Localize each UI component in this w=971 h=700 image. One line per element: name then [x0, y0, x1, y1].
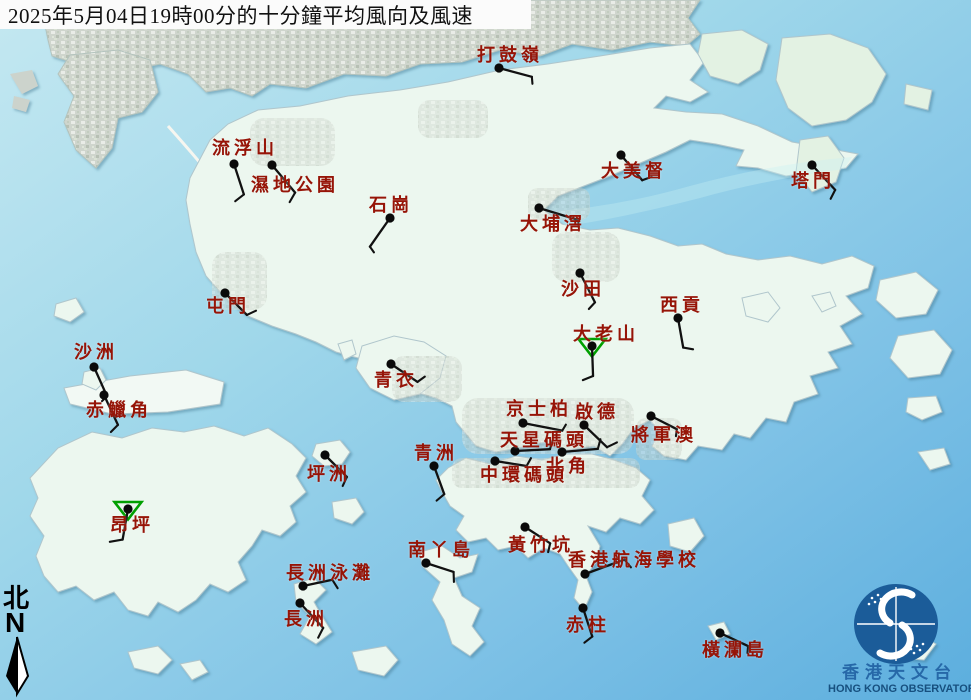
- station-label-sai-kung: 西貢: [660, 296, 704, 314]
- station-label-sha-tin: 沙田: [561, 280, 605, 298]
- hko-logo: 香港天文台 HONG KONG OBSERVATORY: [828, 582, 971, 700]
- station-label-cheung-chau: 長洲: [284, 610, 328, 628]
- station-label-tsing-yi: 青衣: [374, 371, 418, 389]
- station-label-tap-mun: 塔門: [791, 172, 835, 190]
- station-label-peng-chau: 坪洲: [307, 465, 351, 483]
- station-label-waglan-island: 橫瀾島: [702, 641, 768, 659]
- hko-logo-en-text: HONG KONG OBSERVATORY: [828, 684, 971, 695]
- station-label-tai-po-kau: 大埔滘: [520, 215, 586, 233]
- station-label-sha-chau: 沙洲: [74, 343, 118, 361]
- station-label-central-pier: 中環碼頭: [480, 466, 568, 484]
- station-label-tseung-kwan-o: 將軍澳: [631, 426, 697, 444]
- station-label-star-ferry: 天星碼頭: [500, 431, 588, 449]
- station-label-tai-mei-tuk: 大美督: [601, 162, 667, 180]
- station-label-tates-cairn: 大老山: [573, 325, 639, 343]
- station-label-wetland-park: 濕地公園: [251, 176, 339, 194]
- station-label-cheung-chau-beach: 長洲泳灘: [286, 564, 374, 582]
- hko-logo-cjk-text: 香港天文台: [828, 664, 971, 681]
- station-label-ta-kwu-ling: 打鼓嶺: [477, 46, 543, 64]
- station-label-stanley: 赤柱: [566, 616, 610, 634]
- station-label-ngong-ping: 昂坪: [110, 516, 154, 534]
- station-label-kai-tak: 啟德: [575, 403, 619, 421]
- north-latin-label: N: [5, 609, 25, 637]
- station-label-hk-sea-school: 香港航海學校: [568, 551, 700, 569]
- station-label-green-island: 青洲: [414, 444, 458, 462]
- north-arrow-icon: [0, 636, 40, 698]
- station-label-kings-park: 京士柏: [506, 400, 572, 418]
- station-label-lamma-island: 南丫島: [408, 541, 474, 559]
- station-label-lau-fau-shan: 流浮山: [212, 139, 278, 157]
- station-label-tuen-mun: 屯門: [206, 297, 250, 315]
- station-label-shek-kong: 石崗: [369, 196, 413, 214]
- title-bar: 2025年5月04日19時00分的十分鐘平均風向及風速: [0, 0, 531, 29]
- hko-logo-icon: [828, 582, 971, 664]
- map-title: 2025年5月04日19時00分的十分鐘平均風向及風速: [0, 0, 473, 30]
- base-map: [0, 0, 971, 700]
- station-label-wong-chuk-hang: 黃竹坑: [508, 536, 574, 554]
- station-label-chek-lap-kok: 赤鱲角: [86, 401, 152, 419]
- north-indicator: 北 N: [0, 586, 40, 700]
